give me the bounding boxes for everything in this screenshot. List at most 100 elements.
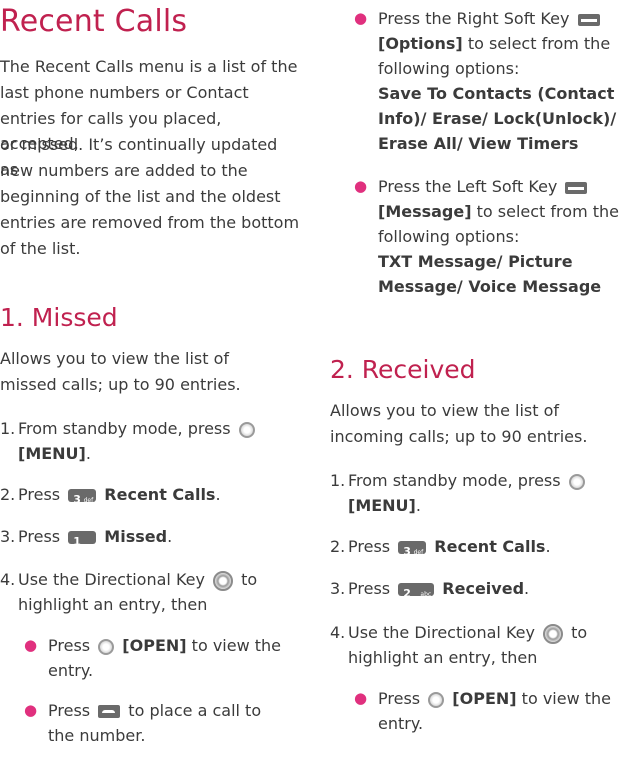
received-heading: 2. Received	[330, 355, 476, 384]
step-number: 1.	[330, 471, 346, 490]
option-list-line: TXT Message/ Picture	[378, 252, 573, 271]
bullet-icon: ●	[24, 701, 38, 719]
bullet-icon: ●	[354, 9, 368, 27]
step-text: From standby mode, press	[18, 419, 231, 438]
step-text: Press	[18, 485, 61, 504]
bullet-place-call: ● Press to place a call to the number.	[24, 698, 304, 750]
step-number: 3.	[0, 527, 16, 546]
bullet-icon: ●	[354, 689, 368, 707]
key-digit: 3	[403, 545, 411, 558]
menu-item-label: Missed	[104, 527, 168, 546]
page-title: Recent Calls	[0, 4, 188, 39]
bullet-message: ● Press the Left Soft Key [Message] to s…	[354, 174, 630, 309]
directional-key-icon	[543, 623, 564, 644]
bullet-text: Press	[48, 701, 91, 720]
bullet-text: Press the Right Soft Key	[378, 9, 570, 28]
step-text: highlight an entry, then	[18, 595, 208, 614]
step-4: 4. Use the Directional Key to highlight …	[0, 567, 300, 619]
ok-key-icon	[238, 421, 255, 438]
key-letters: def	[413, 549, 424, 556]
bullet-text: Press	[48, 636, 91, 655]
bullet-text: to select from the	[476, 202, 619, 221]
period: .	[85, 444, 91, 463]
option-list-line: Save To Contacts (Contact	[378, 84, 615, 103]
step-4: 4. Use the Directional Key to highlight …	[330, 620, 630, 672]
intro-line: entries are removed from the bottom	[0, 213, 300, 232]
step-number: 4.	[0, 570, 16, 589]
bullet-text: to view the	[521, 689, 612, 708]
period: .	[415, 496, 421, 515]
step-1: 1. From standby mode, press [MENU].	[0, 416, 300, 468]
step-text: Press	[348, 537, 391, 556]
bullet-open-entry: ● Press [OPEN] to view the entry.	[354, 686, 630, 738]
menu-item-label: Received	[442, 579, 525, 598]
received-desc-line: incoming calls; up to 90 entries.	[330, 427, 588, 446]
bullet-text: entry.	[378, 714, 424, 733]
bullet-text: entry.	[48, 661, 94, 680]
option-list-line: Message/ Voice Message	[378, 277, 602, 296]
intro-line: The Recent Calls menu is a list of the	[0, 57, 298, 76]
received-desc-line: Allows you to view the list of	[330, 401, 560, 420]
bullet-text: to place a call to	[128, 701, 262, 720]
menu-label: [MENU]	[18, 444, 86, 463]
period: .	[215, 485, 221, 504]
step-number: 2.	[330, 537, 346, 556]
key-2-icon: 2 abc	[398, 583, 435, 600]
key-1-icon: 1	[68, 531, 97, 548]
key-digit: 1	[73, 535, 81, 548]
key-letters: abc	[420, 591, 432, 598]
intro-line: beginning of the list and the oldest	[0, 187, 281, 206]
step-text: Use the Directional Key	[348, 623, 535, 642]
ok-key-icon	[428, 691, 445, 708]
step-1: 1. From standby mode, press [MENU].	[330, 468, 630, 520]
left-soft-key-icon	[565, 181, 588, 194]
bullet-text: following options:	[378, 227, 520, 246]
period: .	[545, 537, 551, 556]
step-number: 2.	[0, 485, 16, 504]
intro-line: new numbers are added to the	[0, 161, 248, 180]
message-label: [Message]	[378, 202, 472, 221]
options-label: [Options]	[378, 34, 463, 53]
step-text: to	[571, 623, 588, 642]
option-list-line: Erase All/ View Timers	[378, 134, 579, 153]
menu-item-label: Recent Calls	[434, 537, 546, 556]
missed-desc-line: Allows you to view the list of	[0, 349, 230, 368]
missed-desc-line: missed calls; up to 90 entries.	[0, 375, 241, 394]
step-text: Press	[348, 579, 391, 598]
bullet-open-entry: ● Press [OPEN] to view the entry.	[24, 633, 304, 685]
step-text: From standby mode, press	[348, 471, 561, 490]
key-3-icon: 3 def	[68, 489, 97, 506]
missed-heading: 1. Missed	[0, 303, 118, 332]
bullet-text: to select from the	[467, 34, 611, 53]
step-number: 4.	[330, 623, 346, 642]
step-text: Use the Directional Key	[18, 570, 205, 589]
open-label: [OPEN]	[122, 636, 187, 655]
send-key-icon	[98, 705, 121, 718]
key-digit: 3	[73, 493, 81, 506]
bullet-icon: ●	[24, 636, 38, 654]
step-2: 2. Press 3 def Recent Calls.	[330, 534, 630, 560]
ok-key-icon	[568, 473, 585, 490]
step-2: 2. Press 3 def Recent Calls.	[0, 482, 300, 508]
directional-key-icon	[213, 570, 234, 591]
bullet-text: the number.	[48, 726, 146, 745]
bullet-text: Press the Left Soft Key	[378, 177, 558, 196]
step-text: to	[241, 570, 258, 589]
bullet-text: to view the	[191, 636, 282, 655]
menu-label: [MENU]	[348, 496, 416, 515]
ok-key-icon	[98, 638, 115, 655]
step-number: 1.	[0, 419, 16, 438]
intro-line: last phone numbers or Contact	[0, 83, 249, 102]
key-letters: def	[83, 497, 94, 504]
step-number: 3.	[330, 579, 346, 598]
bullet-icon: ●	[354, 177, 368, 195]
bullet-text: following options:	[378, 59, 520, 78]
step-text: Press	[18, 527, 61, 546]
step-text: highlight an entry, then	[348, 648, 538, 667]
period: .	[167, 527, 173, 546]
open-label: [OPEN]	[452, 689, 517, 708]
menu-item-label: Recent Calls	[104, 485, 216, 504]
option-list-line: Info)/ Erase/ Lock(Unlock)/	[378, 109, 617, 128]
right-soft-key-icon	[577, 13, 600, 26]
bullet-options: ● Press the Right Soft Key [Options] to …	[354, 6, 630, 166]
